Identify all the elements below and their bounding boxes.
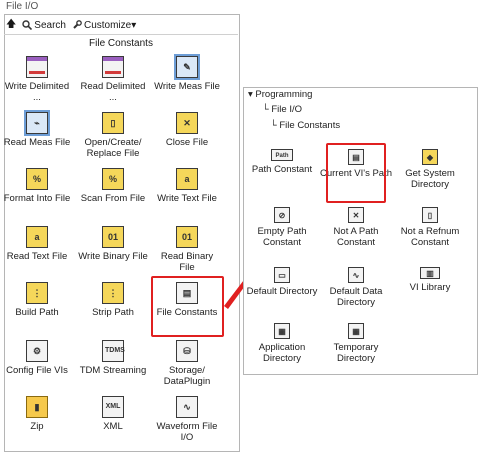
sub-item-application-directory[interactable]: ▦ Application Directory xyxy=(243,323,321,364)
sub-item-default-data-directory[interactable]: ∿ Default Data Directory xyxy=(317,267,395,308)
not-a-refnum-icon: ▯ xyxy=(422,207,438,223)
subpalette-grid: Path Path Constant ▤ Current VI's Path ◆ Ge… xyxy=(243,87,476,373)
vi-library-icon: ▥ xyxy=(420,267,440,279)
not-a-path-icon: ✕ xyxy=(348,207,364,223)
sub-item-empty-path[interactable]: ⊘ Empty Path Constant xyxy=(243,207,321,248)
current-vi-path-highlight xyxy=(326,143,386,203)
sub-item-path-constant[interactable]: Path Path Constant xyxy=(243,149,321,175)
sub-item-vi-library[interactable]: ▥ VI Library xyxy=(391,267,469,293)
temporary-directory-icon: ▦ xyxy=(348,323,364,339)
sub-item-default-directory[interactable]: ▭ Default Directory xyxy=(243,267,321,297)
get-system-directory-icon: ◆ xyxy=(422,149,438,165)
default-data-directory-icon: ∿ xyxy=(348,267,364,283)
default-directory-icon: ▭ xyxy=(274,267,290,283)
path-constant-icon: Path xyxy=(271,149,293,161)
sub-item-not-a-refnum[interactable]: ▯ Not a Refnum Constant xyxy=(391,207,469,248)
application-directory-icon: ▦ xyxy=(274,323,290,339)
sub-item-temporary-directory[interactable]: ▦ Temporary Directory xyxy=(317,323,395,364)
sub-item-not-a-path[interactable]: ✕ Not A Path Constant xyxy=(317,207,395,248)
sub-item-get-system-directory[interactable]: ◆ Get System Directory xyxy=(391,149,469,190)
empty-path-icon: ⊘ xyxy=(274,207,290,223)
